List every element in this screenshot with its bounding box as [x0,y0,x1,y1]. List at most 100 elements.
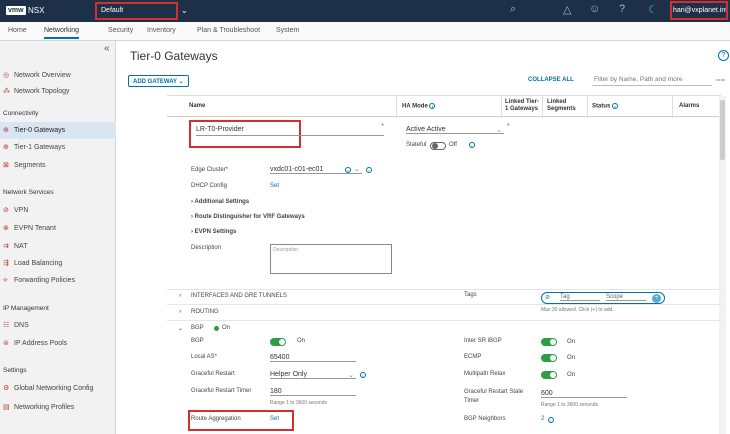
bgp-toggle[interactable] [270,338,286,346]
bell-icon[interactable]: △ [563,3,571,16]
chevron-down-icon: ⌄ [496,127,502,134]
sidebar-item-segments[interactable]: ⊠ Segments [0,157,116,174]
ecmp-toggle[interactable] [541,354,557,362]
sidebar-item-label: Forwarding Policies [14,277,76,284]
routing-section-label[interactable]: ROUTING [191,309,219,315]
evpn-icon: ⊗ [3,225,9,232]
tag-field[interactable]: Tag [560,294,600,301]
inter-sr-ibgp-toggle[interactable] [541,338,557,346]
sidebar-item-load-balancing[interactable]: ⇶ Load Balancing [0,255,116,272]
smiley-icon[interactable]: ☺ [589,3,600,15]
sidebar-item-forwarding-policies[interactable]: ⟡ Forwarding Policies [0,273,116,290]
multipath-relax-toggle[interactable] [541,371,557,379]
scrollbar-thumb[interactable] [720,100,725,160]
column-name[interactable]: Name [189,103,205,109]
scrollbar[interactable] [719,96,726,434]
multipath-relax-label: Multipath Relax [464,371,506,377]
graceful-restart-stale-timer-input[interactable]: 600 [541,390,627,398]
add-gateway-button[interactable]: ADD GATEWAY ⌄ [128,75,189,87]
sidebar-item-networking-profiles[interactable]: ▤ Networking Profiles [0,399,116,416]
graceful-restart-timer-value: 180 [270,388,282,395]
context-selector[interactable]: Default [95,2,178,20]
clear-icon[interactable]: × [345,167,351,173]
column-linked-tier1-label-a: Linked Tier- [505,99,539,105]
inter-sr-ibgp-value: On [567,339,576,345]
filter-icon[interactable]: ⩵ [716,75,725,85]
moon-icon[interactable]: ☾ [648,3,658,16]
ha-mode-select[interactable]: Active Active ⌄ [406,126,504,134]
chevron-down-icon[interactable]: ⌄ [354,165,360,173]
tab-plan-troubleshoot[interactable]: Plan & Troubleshoot [197,27,260,34]
bgp-section-label[interactable]: BGP [191,325,204,331]
sidebar-item-label: NAT [14,243,28,250]
bgp-expander-icon[interactable]: ⌄ [178,325,183,332]
interfaces-section-label[interactable]: INTERFACES AND GRE TUNNELS [191,293,287,299]
tab-home[interactable]: Home [8,27,27,34]
help-menu-icon[interactable]: ? [619,3,625,15]
vmware-logo: vmw [6,6,26,15]
collapse-all-button[interactable]: COLLAPSE ALL [528,77,574,83]
info-icon[interactable]: i [469,142,475,148]
route-distinguisher-toggle[interactable]: › Route Distinguisher for VRF Gateways [191,214,305,220]
evpn-settings-toggle[interactable]: › EVPN Settings [191,229,236,235]
column-ha-mode[interactable]: HA Mode i [402,103,436,110]
interfaces-expander-icon[interactable]: › [179,293,181,299]
column-linked-tier1-label-b: 1 Gateways [505,106,539,112]
sidebar-item-ip-address-pools[interactable]: ⊜ IP Address Pools [0,335,116,352]
info-icon[interactable]: i [360,372,366,378]
bgp-status-text: On [222,325,231,331]
info-icon[interactable]: i [429,103,436,109]
additional-settings-toggle[interactable]: › Additional Settings [191,199,249,205]
user-menu[interactable]: hari@vxplanet.int [670,1,728,20]
sidebar-item-nat[interactable]: ⇉ NAT [0,238,116,255]
collapse-sidebar-icon[interactable]: « [104,43,110,54]
routing-expander-icon[interactable]: › [179,309,181,315]
chevron-down-icon[interactable]: ⌄ [181,6,188,15]
local-as-input[interactable]: 65400 [270,354,356,362]
inter-sr-ibgp-label: Inter SR iBGP [464,338,502,344]
sidebar-item-tier1-gateways[interactable]: ⊕ Tier-1 Gateways [0,139,116,156]
sidebar-item-network-overview[interactable]: ◎ Network Overview [0,67,116,84]
graceful-restart-select[interactable]: Helper Only ⌄ [270,371,356,379]
column-linked-tier1[interactable]: Linked Tier- 1 Gateways [505,99,539,113]
route-aggregation-set-link[interactable]: Set [270,416,279,422]
gateway-icon: ⊕ [3,127,9,134]
tab-security[interactable]: Security [108,27,133,34]
bgp-neighbors-link[interactable]: 2 [541,416,544,422]
stateful-toggle[interactable] [430,142,446,150]
graceful-restart-stale-timer-value: 600 [541,390,553,397]
tag-input[interactable]: ⊘ Tag Scope + [541,292,665,304]
info-icon[interactable]: i [548,417,554,423]
search-icon[interactable]: ⌕ [510,3,516,16]
gateway-name-input[interactable]: LR-T0-Provider * [196,123,384,136]
add-tag-icon[interactable]: + [652,294,661,303]
tab-system[interactable]: System [276,27,299,34]
graceful-restart-timer-input[interactable]: 180 [270,388,356,396]
column-status[interactable]: Status i [592,103,619,110]
main-nav: Home Networking Security Inventory Plan … [0,22,730,41]
tab-networking[interactable]: Networking [44,27,80,39]
toggle-knob [432,143,438,149]
sidebar-item-global-networking-config[interactable]: ⚙ Global Networking Config [0,380,116,397]
tag-icon: ⊘ [545,295,551,301]
tab-inventory[interactable]: Inventory [147,27,176,34]
description-textarea[interactable]: Description [270,244,392,274]
info-icon[interactable]: i [366,167,372,173]
info-icon[interactable]: i [612,103,619,109]
additional-settings-label: Additional Settings [194,199,250,205]
help-icon[interactable]: ? [718,50,729,61]
sidebar-item-tier0-gateways[interactable]: ⊕ Tier-0 Gateways [0,122,116,139]
column-linked-segments[interactable]: Linked Segments [547,99,576,113]
column-alarms[interactable]: Alarms [679,103,699,109]
filter-input[interactable] [592,73,712,86]
sidebar-item-evpn-tenant[interactable]: ⊗ EVPN Tenant [0,220,116,237]
dhcp-config-set-link[interactable]: Set [270,183,279,189]
toggle-knob [279,339,285,345]
route-aggregation-label: Route Aggregation [191,416,241,422]
page-title: Tier-0 Gateways [130,49,218,63]
sidebar-item-vpn[interactable]: ⊘ VPN [0,202,116,219]
sidebar-item-dns[interactable]: ☷ DNS [0,317,116,334]
sidebar-item-network-topology[interactable]: ⁂ Network Topology [0,83,116,100]
scope-field[interactable]: Scope [606,294,646,301]
stateful-label: Stateful [406,142,427,148]
